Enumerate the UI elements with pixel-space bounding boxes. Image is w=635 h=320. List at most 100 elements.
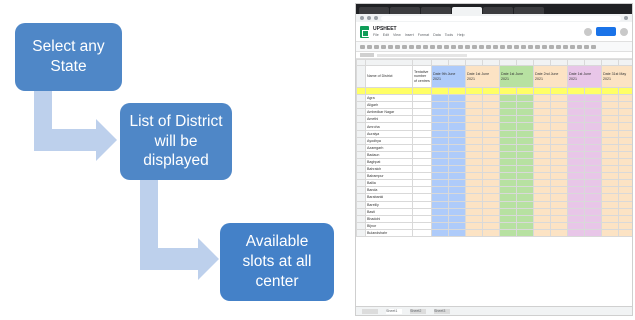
slot-cell[interactable] — [516, 186, 534, 195]
toolbar-icon[interactable] — [577, 44, 582, 49]
total-cell[interactable] — [412, 115, 432, 124]
header-district[interactable]: Name of District — [365, 65, 413, 88]
menu-view[interactable]: View — [393, 33, 401, 37]
slot-cell[interactable] — [482, 186, 500, 195]
district-name-cell[interactable]: Aligarh — [365, 101, 413, 110]
slot-cell[interactable] — [499, 172, 517, 181]
district-name-cell[interactable]: Bahraich — [365, 165, 413, 174]
total-cell[interactable] — [412, 108, 432, 117]
slot-cell[interactable] — [516, 101, 534, 110]
slot-cell[interactable] — [533, 221, 551, 230]
subheader-cell[interactable] — [601, 86, 619, 96]
slot-cell[interactable] — [465, 94, 483, 103]
slot-cell[interactable] — [584, 101, 602, 110]
browser-tab[interactable] — [390, 7, 420, 14]
slot-cell[interactable] — [482, 94, 500, 103]
toolbar-icon[interactable] — [360, 44, 365, 49]
subheader-cell[interactable] — [431, 86, 449, 96]
district-name-cell[interactable]: Bhadohi — [365, 214, 413, 223]
toolbar-icon[interactable] — [465, 44, 470, 49]
slot-cell[interactable] — [567, 179, 585, 188]
toolbar-icon[interactable] — [493, 44, 498, 49]
total-cell[interactable] — [412, 172, 432, 181]
reload-icon[interactable] — [374, 16, 378, 20]
slot-cell[interactable] — [516, 179, 534, 188]
slot-cell[interactable] — [431, 228, 449, 237]
slot-cell[interactable] — [465, 172, 483, 181]
slot-cell[interactable] — [516, 221, 534, 230]
toolbar-icon[interactable] — [423, 44, 428, 49]
slot-cell[interactable] — [584, 200, 602, 209]
slot-cell[interactable] — [431, 150, 449, 159]
toolbar-icon[interactable] — [514, 44, 519, 49]
toolbar-icon[interactable] — [563, 44, 568, 49]
slot-cell[interactable] — [601, 115, 619, 124]
menu-help[interactable]: Help — [457, 33, 464, 37]
row-number[interactable] — [356, 179, 366, 188]
slot-cell[interactable] — [516, 94, 534, 103]
slot-cell[interactable] — [516, 193, 534, 202]
slot-cell[interactable] — [499, 221, 517, 230]
toolbar-icon[interactable] — [479, 44, 484, 49]
slot-cell[interactable] — [618, 143, 632, 152]
toolbar-icon[interactable] — [507, 44, 512, 49]
row-number[interactable] — [356, 86, 366, 96]
total-cell[interactable] — [412, 207, 432, 216]
slot-cell[interactable] — [499, 136, 517, 145]
slot-cell[interactable] — [533, 179, 551, 188]
slot-cell[interactable] — [499, 228, 517, 237]
slot-cell[interactable] — [533, 193, 551, 202]
row-number[interactable] — [356, 193, 366, 202]
slot-cell[interactable] — [533, 136, 551, 145]
slot-cell[interactable] — [465, 228, 483, 237]
slot-cell[interactable] — [601, 193, 619, 202]
avatar[interactable] — [620, 27, 628, 36]
toolbar-icon[interactable] — [458, 44, 463, 49]
district-name-cell[interactable]: Ayodhya — [365, 136, 413, 145]
row-number[interactable] — [356, 157, 366, 167]
header-date[interactable]: Date 1st June 2021 — [499, 65, 534, 88]
district-name-cell[interactable]: Bareilly — [365, 200, 413, 209]
toolbar-icon[interactable] — [549, 44, 554, 49]
toolbar-icon[interactable] — [556, 44, 561, 49]
toolbar-icon[interactable] — [472, 44, 477, 49]
slot-cell[interactable] — [431, 157, 449, 167]
slot-cell[interactable] — [618, 101, 632, 110]
slot-cell[interactable] — [448, 172, 466, 181]
district-name-cell[interactable]: Auraiya — [365, 129, 413, 138]
slot-cell[interactable] — [499, 214, 517, 223]
district-name-cell[interactable]: Ambedkar Nagar — [365, 108, 413, 117]
slot-cell[interactable] — [550, 165, 568, 174]
slot-cell[interactable] — [465, 207, 483, 216]
subheader-cell[interactable] — [412, 86, 432, 96]
slot-cell[interactable] — [533, 165, 551, 174]
formula-input[interactable] — [377, 53, 467, 57]
slot-cell[interactable] — [465, 165, 483, 174]
slot-cell[interactable] — [448, 186, 466, 195]
slot-cell[interactable] — [516, 200, 534, 209]
menu-tools[interactable]: Tools — [445, 33, 453, 37]
menu-file[interactable]: File — [373, 33, 379, 37]
slot-cell[interactable] — [618, 165, 632, 174]
row-number[interactable] — [356, 186, 366, 195]
slot-cell[interactable] — [499, 143, 517, 152]
slot-cell[interactable] — [601, 150, 619, 159]
slot-cell[interactable] — [482, 101, 500, 110]
slot-cell[interactable] — [516, 129, 534, 138]
slot-cell[interactable] — [431, 200, 449, 209]
slot-cell[interactable] — [499, 165, 517, 174]
slot-cell[interactable] — [618, 221, 632, 230]
district-name-cell[interactable]: Agra — [365, 94, 413, 103]
slot-cell[interactable] — [533, 228, 551, 237]
slot-cell[interactable] — [533, 186, 551, 195]
slot-cell[interactable] — [431, 101, 449, 110]
subheader-cell[interactable] — [516, 86, 534, 96]
slot-cell[interactable] — [482, 200, 500, 209]
total-cell[interactable] — [412, 228, 432, 237]
slot-cell[interactable] — [618, 136, 632, 145]
slot-cell[interactable] — [482, 214, 500, 223]
row-number[interactable] — [356, 108, 366, 117]
slot-cell[interactable] — [533, 94, 551, 103]
slot-cell[interactable] — [601, 129, 619, 138]
slot-cell[interactable] — [567, 122, 585, 131]
